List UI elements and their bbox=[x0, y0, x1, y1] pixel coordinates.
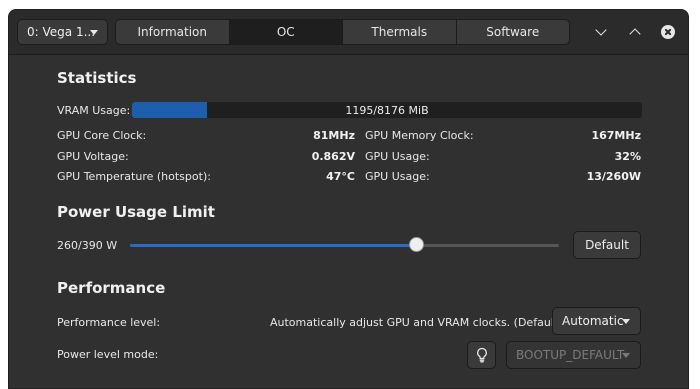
power-profile-info-button[interactable] bbox=[467, 341, 496, 369]
power-level-mode-label: Power level mode: bbox=[57, 348, 159, 361]
voltage-value: 0.862V bbox=[311, 150, 355, 163]
power-limit-slider-handle[interactable] bbox=[409, 237, 424, 252]
memory-clock-value: 167MHz bbox=[591, 129, 641, 142]
close-button[interactable] bbox=[656, 20, 680, 44]
performance-level-label: Performance level: bbox=[57, 316, 161, 329]
lightbulb-icon bbox=[476, 347, 487, 363]
gpu-selector-dropdown[interactable]: 0: Vega 1... bbox=[17, 19, 108, 45]
power-limit-slider-fill bbox=[130, 244, 416, 247]
tab-thermals[interactable]: Thermals bbox=[343, 20, 457, 44]
header-bar: 0: Vega 1... Information OC Thermals Sof… bbox=[9, 10, 688, 55]
maximize-button[interactable] bbox=[623, 20, 647, 44]
gpu-selector-label: 0: Vega 1... bbox=[27, 25, 96, 39]
chevron-down-icon bbox=[595, 24, 607, 36]
default-button[interactable]: Default bbox=[573, 231, 641, 259]
dropdown-caret-icon bbox=[90, 30, 98, 35]
power-usage-value: 13/260W bbox=[586, 170, 641, 183]
minimize-button[interactable] bbox=[589, 20, 613, 44]
vram-usage-bar: 1195/8176 MiB bbox=[132, 102, 642, 118]
temperature-label: GPU Temperature (hotspot): bbox=[57, 170, 211, 183]
tab-information[interactable]: Information bbox=[116, 20, 230, 44]
power-usage-label: GPU Usage: bbox=[365, 170, 430, 183]
performance-level-description: Automatically adjust GPU and VRAM clocks… bbox=[270, 316, 563, 329]
performance-level-dropdown[interactable]: Automatic bbox=[552, 307, 641, 335]
tab-software[interactable]: Software bbox=[456, 20, 569, 44]
app-window: 0: Vega 1... Information OC Thermals Sof… bbox=[8, 9, 689, 389]
memory-clock-label: GPU Memory Clock: bbox=[365, 129, 474, 142]
power-limit-value: 260/390 W bbox=[57, 239, 118, 252]
power-limit-title: Power Usage Limit bbox=[57, 203, 215, 221]
view-switcher: Information OC Thermals Software bbox=[115, 19, 570, 45]
vram-label: VRAM Usage: bbox=[57, 104, 131, 117]
power-level-mode-dropdown[interactable]: BOOTUP_DEFAULT bbox=[506, 341, 641, 369]
statistics-title: Statistics bbox=[57, 69, 137, 87]
power-limit-slider[interactable] bbox=[130, 237, 559, 252]
core-clock-value: 81MHz bbox=[313, 129, 355, 142]
dropdown-caret-icon bbox=[622, 319, 630, 324]
gpu-usage-value: 32% bbox=[614, 150, 641, 163]
dropdown-caret-icon bbox=[622, 353, 630, 358]
temperature-value: 47°C bbox=[326, 170, 355, 183]
core-clock-label: GPU Core Clock: bbox=[57, 129, 147, 142]
voltage-label: GPU Voltage: bbox=[57, 150, 129, 163]
vram-usage-text: 1195/8176 MiB bbox=[345, 103, 429, 117]
gpu-usage-label: GPU Usage: bbox=[365, 150, 430, 163]
tab-oc[interactable]: OC bbox=[229, 20, 343, 44]
performance-level-value: Automatic bbox=[562, 314, 624, 328]
performance-title: Performance bbox=[57, 279, 166, 297]
close-icon bbox=[661, 25, 675, 39]
power-level-mode-value: BOOTUP_DEFAULT bbox=[516, 348, 625, 362]
chevron-up-icon bbox=[629, 28, 641, 40]
